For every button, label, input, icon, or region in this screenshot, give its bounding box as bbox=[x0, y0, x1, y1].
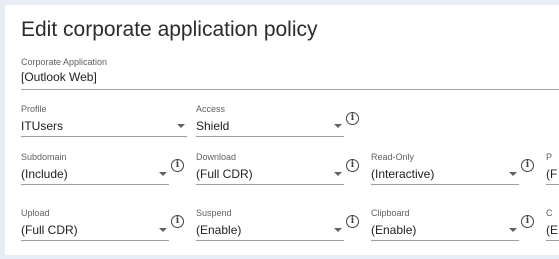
clipboard-value: (Enable) bbox=[371, 223, 417, 237]
partial-select-row3[interactable]: C (E bbox=[546, 208, 559, 242]
info-icon[interactable]: i bbox=[521, 159, 534, 172]
chevron-down-icon[interactable] bbox=[509, 228, 517, 232]
subdomain-underline bbox=[21, 184, 169, 185]
chevron-down-icon[interactable] bbox=[334, 124, 342, 128]
info-icon[interactable]: i bbox=[171, 159, 184, 172]
info-icon[interactable]: i bbox=[346, 215, 359, 228]
page-title: Edit corporate application policy bbox=[21, 18, 318, 41]
upload-label: Upload bbox=[21, 208, 50, 218]
profile-value: ITUsers bbox=[21, 119, 63, 133]
info-icon[interactable]: i bbox=[346, 112, 359, 125]
chevron-down-icon[interactable] bbox=[334, 228, 342, 232]
read-only-underline bbox=[371, 184, 519, 185]
read-only-value: (Interactive) bbox=[371, 167, 435, 181]
clipboard-select[interactable]: Clipboard (Enable) bbox=[371, 208, 519, 242]
read-only-label: Read-Only bbox=[371, 152, 415, 162]
chevron-down-icon[interactable] bbox=[159, 228, 167, 232]
partial-underline-row2 bbox=[546, 184, 559, 185]
download-value: (Full CDR) bbox=[196, 167, 253, 181]
partial-value-row2: (F bbox=[546, 167, 558, 181]
info-icon[interactable]: i bbox=[521, 215, 534, 228]
partial-select-row2[interactable]: P (F bbox=[546, 152, 559, 186]
corporate-application-underline bbox=[21, 89, 559, 90]
subdomain-select[interactable]: Subdomain (Include) bbox=[21, 152, 169, 186]
access-select[interactable]: Access Shield bbox=[196, 104, 344, 138]
upload-underline bbox=[21, 240, 169, 241]
partial-underline-row3 bbox=[546, 240, 559, 241]
suspend-select[interactable]: Suspend (Enable) bbox=[196, 208, 344, 242]
partial-value-row3: (E bbox=[546, 223, 558, 237]
corporate-application-label: Corporate Application bbox=[21, 57, 108, 67]
subdomain-label: Subdomain bbox=[21, 152, 67, 162]
download-select[interactable]: Download (Full CDR) bbox=[196, 152, 344, 186]
corporate-application-field: Corporate Application [Outlook Web] bbox=[21, 57, 559, 93]
upload-value: (Full CDR) bbox=[21, 223, 78, 237]
profile-underline bbox=[21, 136, 187, 137]
info-icon[interactable]: i bbox=[171, 215, 184, 228]
partial-label-row3: C bbox=[546, 208, 553, 218]
access-label: Access bbox=[196, 104, 226, 114]
download-underline bbox=[196, 184, 344, 185]
profile-select[interactable]: Profile ITUsers bbox=[21, 104, 187, 138]
clipboard-underline bbox=[371, 240, 519, 241]
clipboard-label: Clipboard bbox=[371, 208, 410, 218]
info-icon[interactable]: i bbox=[346, 159, 359, 172]
chevron-down-icon[interactable] bbox=[509, 172, 517, 176]
policy-dialog: Edit corporate application policy Corpor… bbox=[5, 5, 559, 255]
suspend-label: Suspend bbox=[196, 208, 232, 218]
corporate-application-value: [Outlook Web] bbox=[21, 70, 97, 84]
access-underline bbox=[196, 136, 344, 137]
read-only-select[interactable]: Read-Only (Interactive) bbox=[371, 152, 519, 186]
subdomain-value: (Include) bbox=[21, 167, 68, 181]
download-label: Download bbox=[196, 152, 237, 162]
chevron-down-icon[interactable] bbox=[334, 172, 342, 176]
chevron-down-icon[interactable] bbox=[159, 172, 167, 176]
partial-label-row2: P bbox=[546, 152, 553, 162]
chevron-down-icon[interactable] bbox=[177, 124, 185, 128]
profile-label: Profile bbox=[21, 104, 47, 114]
suspend-value: (Enable) bbox=[196, 223, 242, 237]
upload-select[interactable]: Upload (Full CDR) bbox=[21, 208, 169, 242]
access-value: Shield bbox=[196, 119, 230, 133]
suspend-underline bbox=[196, 240, 344, 241]
